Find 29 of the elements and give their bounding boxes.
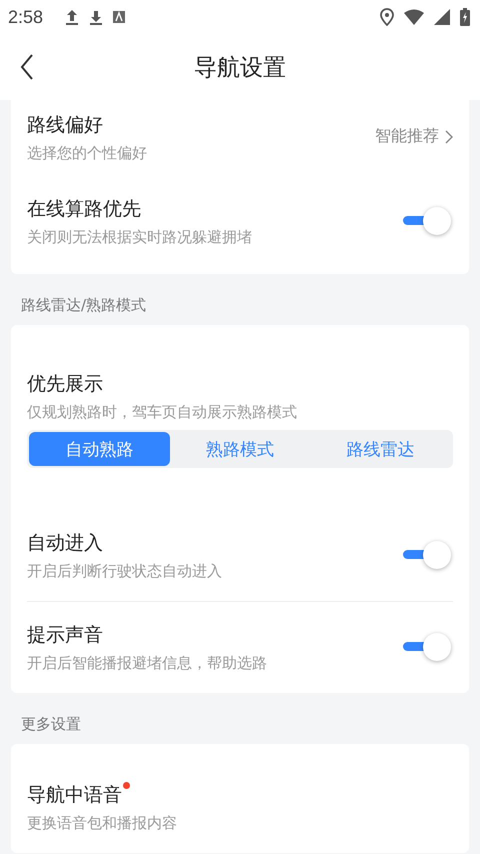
back-icon: [20, 54, 34, 80]
row-title: 优先展示: [27, 373, 103, 395]
row-subtitle: 关闭则无法根据实时路况躲避拥堵: [27, 228, 253, 247]
row-subtitle: 更换语音包和播报内容: [27, 814, 178, 833]
segment-option[interactable]: 自动熟路: [29, 432, 170, 466]
section-label: 更多设置: [20, 714, 82, 735]
row-title: 在线算路优先: [27, 198, 141, 220]
row-subtitle: 开启后判断行驶状态自动进入: [27, 562, 223, 581]
row-title: 自动进入: [27, 532, 103, 554]
chevron-icon: [445, 130, 453, 144]
row-subtitle: 开启后智能播报避堵信息，帮助选路: [27, 654, 268, 673]
segment-option[interactable]: 熟路模式: [170, 432, 310, 466]
signal-icon: [434, 9, 450, 25]
row-subtitle: 选择您的个性偏好: [27, 144, 148, 163]
wifi-icon: [404, 9, 424, 25]
row-subtitle: 仅规划熟路时，驾车页自动展示熟路模式: [27, 403, 298, 422]
battery-icon: [460, 8, 470, 26]
section-label: 路线雷达/熟路模式: [20, 295, 148, 316]
settings-row[interactable]: 路线偏好 选择您的个性偏好 智能推荐: [27, 100, 453, 184]
row-title: 导航中语音: [27, 784, 122, 806]
status-time: 2:58: [8, 6, 44, 28]
segment-option[interactable]: 路线雷达: [310, 432, 452, 466]
page-title: 导航设置: [194, 54, 286, 82]
download-icon: [89, 9, 104, 25]
row-title: 提示声音: [27, 624, 103, 646]
row-value: 智能推荐: [375, 126, 439, 147]
upload-icon: [65, 9, 80, 25]
row-title: 路线偏好: [27, 114, 103, 136]
location-icon: [380, 8, 394, 26]
